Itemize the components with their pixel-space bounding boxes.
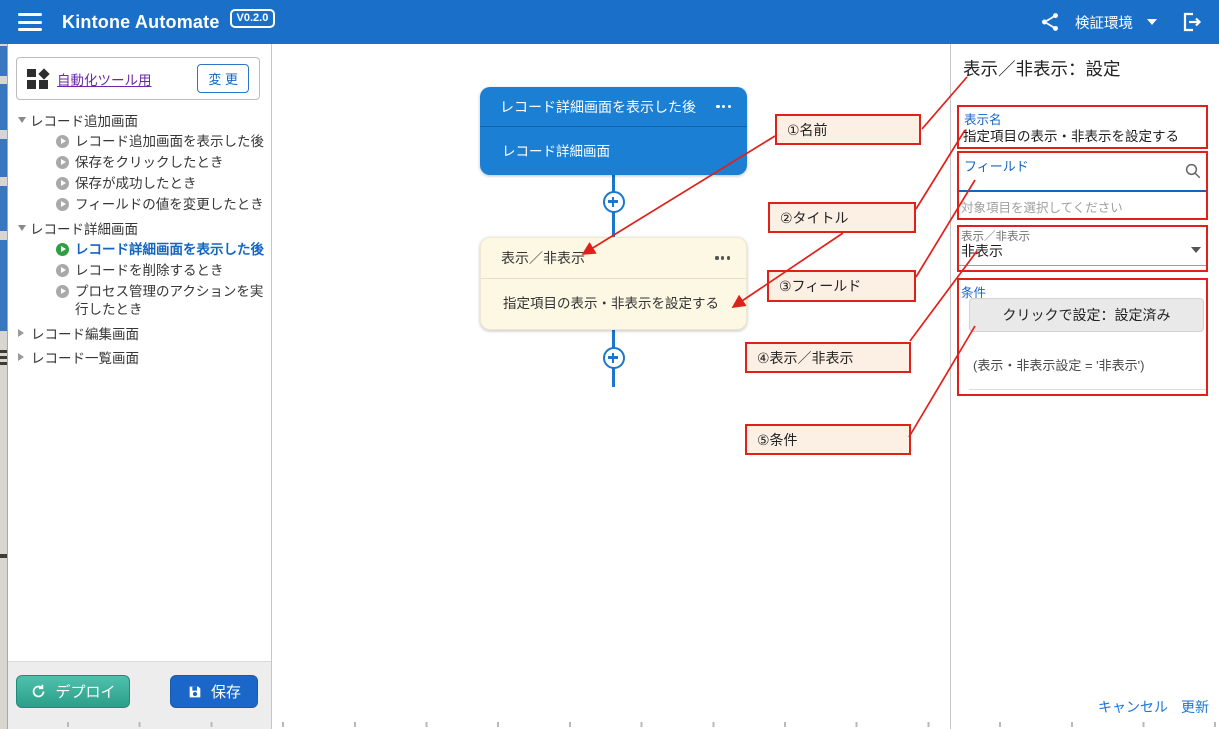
caret-down-icon: [18, 225, 26, 231]
settings-panel: 表示／非表示：設定 表示名 指定項目の表示・非表示を設定する フィールド 対象項…: [950, 44, 1219, 729]
annotation-title: ②タイトル: [768, 202, 916, 233]
annotation-visibility: ④表示／非表示: [745, 342, 911, 373]
add-step-button[interactable]: [603, 191, 625, 213]
version-badge: V0.2.0: [230, 9, 276, 28]
bottom-tick-marks: [67, 722, 1219, 727]
annotation-name: ①名前: [775, 114, 921, 145]
field-placeholder: 対象項目を選択してください: [961, 197, 1123, 216]
action-node[interactable]: 表示／非表示 指定項目の表示・非表示を設定する: [480, 237, 747, 330]
node-title: 表示／非表示: [501, 248, 585, 268]
event-play-icon: [56, 285, 69, 298]
tree-section-record-add[interactable]: レコード追加画面: [16, 109, 269, 130]
environment-caret-icon[interactable]: [1147, 19, 1157, 25]
app-name-link[interactable]: 自動化ツール用: [57, 69, 152, 89]
tree-item[interactable]: プロセス管理のアクションを実行したとき: [16, 283, 269, 319]
deploy-button[interactable]: デプロイ: [16, 675, 130, 708]
tree-item[interactable]: フィールドの値を変更したとき: [16, 196, 269, 214]
environment-selector[interactable]: 検証環境: [1075, 12, 1133, 33]
trigger-node[interactable]: レコード詳細画面を表示した後 レコード詳細画面: [480, 87, 747, 175]
caret-right-icon: [18, 353, 24, 361]
floppy-save-icon: [187, 684, 203, 700]
app-title: Kintone Automate: [62, 12, 220, 33]
tree-item[interactable]: レコードを削除するとき: [16, 262, 269, 280]
visibility-select-value[interactable]: 非表示: [961, 241, 1003, 261]
node-title: レコード詳細画面を表示した後: [500, 97, 696, 117]
field-label: フィールド: [964, 156, 1029, 175]
share-icon[interactable]: [1039, 11, 1061, 33]
node-menu-icon[interactable]: [714, 101, 733, 112]
hamburger-menu-icon[interactable]: [18, 13, 42, 31]
highlight-box-condition: [957, 278, 1208, 396]
node-menu-icon[interactable]: [713, 252, 732, 263]
panel-title: 表示／非表示：設定: [963, 56, 1121, 81]
sidebar: 自動化ツール用 変 更 レコード追加画面 レコード追加画面を表示した後 保存をク…: [8, 44, 272, 729]
change-app-button[interactable]: 変 更: [197, 64, 249, 93]
caret-right-icon: [18, 329, 24, 337]
tree-section-record-detail[interactable]: レコード詳細画面: [16, 217, 269, 238]
event-tree: レコード追加画面 レコード追加画面を表示した後 保存をクリックしたとき 保存が成…: [16, 106, 269, 367]
search-icon[interactable]: [1184, 162, 1202, 180]
tree-item[interactable]: 保存が成功したとき: [16, 175, 269, 193]
event-play-icon: [56, 264, 69, 277]
event-play-icon: [56, 156, 69, 169]
annotation-field: ③フィールド: [767, 270, 916, 302]
kintone-app-icon: [27, 68, 48, 89]
cancel-button[interactable]: キャンセル: [1098, 697, 1168, 717]
condition-set-button[interactable]: クリックで設定：設定済み: [969, 298, 1204, 332]
app-header: Kintone Automate V0.2.0 検証環境: [0, 0, 1219, 44]
condition-summary: (表示・非表示設定 = '非表示'): [973, 355, 1144, 374]
save-button[interactable]: 保存: [170, 675, 258, 708]
select-caret-icon[interactable]: [1191, 247, 1201, 253]
tree-item[interactable]: 保存をクリックしたとき: [16, 154, 269, 172]
visibility-select-underline: [959, 265, 1206, 266]
browser-scroll-minimap[interactable]: [0, 44, 8, 729]
tree-item-selected[interactable]: レコード詳細画面を表示した後: [16, 241, 269, 259]
event-play-icon: [56, 135, 69, 148]
caret-down-icon: [18, 117, 26, 123]
event-play-icon: [56, 177, 69, 190]
add-step-button[interactable]: [603, 347, 625, 369]
display-name-value[interactable]: 指定項目の表示・非表示を設定する: [963, 125, 1179, 145]
update-button[interactable]: 更新: [1181, 697, 1209, 717]
sidebar-footer: デプロイ 保存: [8, 661, 271, 729]
logout-icon[interactable]: [1179, 10, 1203, 34]
tree-section-record-list[interactable]: レコード一覧画面: [16, 346, 269, 367]
tree-item[interactable]: レコード追加画面を表示した後: [16, 133, 269, 151]
event-play-icon-active: [56, 243, 69, 256]
field-input[interactable]: [959, 190, 1206, 192]
tree-section-record-edit[interactable]: レコード編集画面: [16, 322, 269, 343]
divider: [969, 389, 1206, 390]
event-play-icon: [56, 198, 69, 211]
app-selector-box: 自動化ツール用 変 更: [16, 57, 260, 100]
annotation-condition: ⑤条件: [745, 424, 911, 455]
node-subtitle: 指定項目の表示・非表示を設定する: [503, 292, 719, 312]
node-subtitle: レコード詳細画面: [502, 140, 610, 160]
sync-icon: [30, 683, 47, 700]
